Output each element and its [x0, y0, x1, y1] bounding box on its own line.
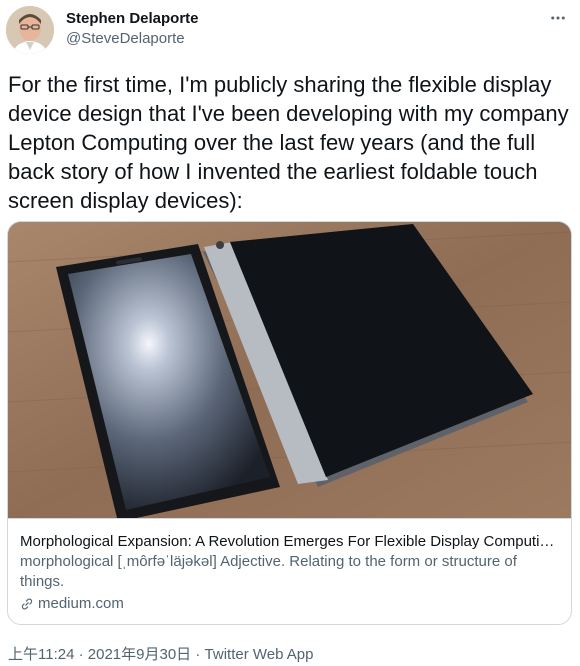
tweet-date[interactable]: 2021年9月30日: [88, 646, 191, 663]
tweet-text: For the first time, I'm publicly sharing…: [8, 72, 575, 213]
more-horizontal-icon: [551, 16, 565, 20]
card-photo: [8, 222, 571, 518]
card-domain[interactable]: medium.com: [20, 594, 124, 614]
author-display-name[interactable]: Stephen Delaporte: [66, 10, 199, 27]
more-options-button[interactable]: [546, 6, 570, 30]
card-image[interactable]: [8, 222, 571, 518]
user-avatar-icon: [6, 6, 54, 54]
card-body[interactable]: Morphological Expansion: A Revolution Em…: [8, 518, 571, 624]
author-avatar[interactable]: [6, 6, 54, 54]
tweet-source[interactable]: Twitter Web App: [205, 646, 314, 663]
card-domain-text[interactable]: medium.com: [38, 594, 124, 614]
meta-separator: ·: [195, 646, 201, 663]
tweet-header: Stephen Delaporte @SteveDelaporte: [6, 6, 574, 56]
author-handle[interactable]: @SteveDelaporte: [66, 30, 185, 47]
card-title[interactable]: Morphological Expansion: A Revolution Em…: [20, 532, 560, 552]
link-icon: [21, 598, 33, 610]
card-description: morphological [ˌmôrfəˈläjəkəl] Adjective…: [20, 553, 517, 590]
link-preview-card[interactable]: Morphological Expansion: A Revolution Em…: [7, 221, 572, 625]
meta-separator: ·: [78, 646, 84, 663]
tweet-time[interactable]: 上午11:24: [8, 646, 74, 663]
tweet-metadata: 上午11:24 · 2021年9月30日 · Twitter Web App: [8, 643, 313, 664]
